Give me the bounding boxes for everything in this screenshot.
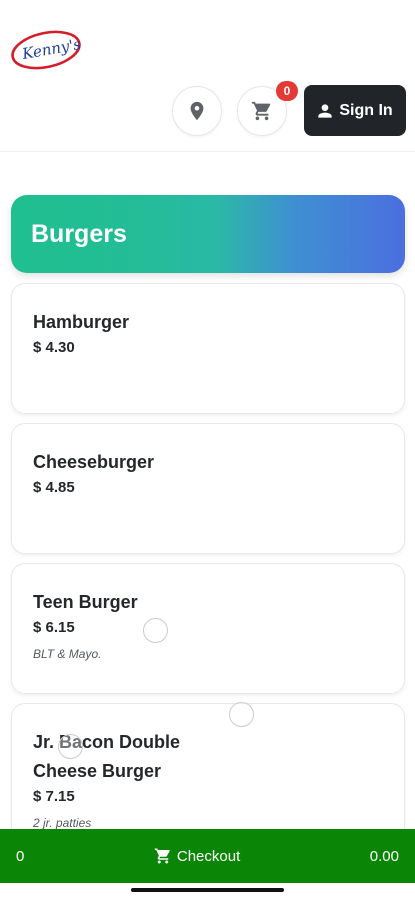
sign-in-button[interactable]: Sign In [304,85,406,136]
item-price: $ 4.85 [33,479,75,496]
app-header: Kenny's 0 Sign In [0,0,415,152]
svg-text:Kenny's: Kenny's [20,35,82,63]
checkout-bar[interactable]: 0 Checkout 0.00 [0,829,415,883]
touch-ripple [229,702,254,727]
kennys-logo[interactable]: Kenny's [10,28,82,72]
item-description: 2 jr. patties [33,816,92,830]
item-name: Cheeseburger [33,452,155,472]
checkout-item-count: 0 [16,847,25,865]
checkout-button[interactable]: Checkout [154,847,240,865]
shopping-cart-icon [251,101,271,121]
touch-ripple [143,618,168,643]
touch-ripple [58,734,83,759]
user-icon [318,103,332,118]
item-price: $ 7.15 [33,788,75,805]
cart-button[interactable]: 0 [237,81,298,136]
item-price: $ 6.15 [33,619,75,636]
category-title: Burgers [31,219,127,248]
item-name: Jr. Bacon Double Cheese Burger [33,732,181,781]
shopping-cart-icon [154,848,170,864]
checkout-label: Checkout [176,847,241,865]
menu-item-card[interactable]: Cheeseburger $ 4.85 [11,423,405,554]
checkout-total: 0.00 [369,847,399,865]
category-header-burgers: Burgers [11,195,405,273]
sign-in-label: Sign In [339,101,393,119]
item-price: $ 4.30 [33,339,75,356]
location-button[interactable] [172,86,222,136]
item-name: Teen Burger [33,592,138,612]
location-pin-icon [190,101,204,121]
item-description: BLT & Mayo. [33,647,102,661]
menu-item-card[interactable]: Hamburger $ 4.30 [11,283,405,414]
item-name: Hamburger [33,312,130,332]
cart-count-badge: 0 [276,81,298,101]
menu-item-card[interactable]: Teen Burger $ 6.15 BLT & Mayo. [11,563,405,694]
home-indicator[interactable] [131,888,284,892]
